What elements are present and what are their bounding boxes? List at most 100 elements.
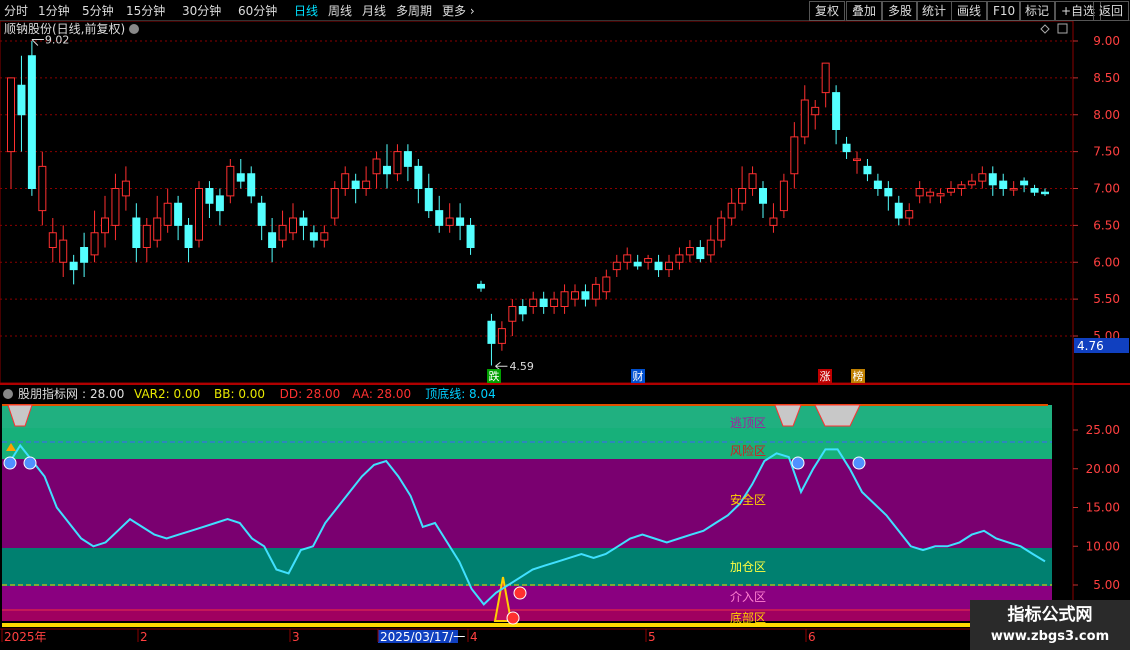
indicator-value-4: AA: 28.00 bbox=[352, 387, 411, 401]
candle-body bbox=[926, 191, 935, 197]
event-tag-3: 榜 bbox=[853, 369, 864, 383]
x-axis-label-6: 6 bbox=[808, 630, 816, 644]
period-tab-7[interactable]: 周线 bbox=[328, 2, 352, 19]
chart-canvas[interactable]: 9.00 8.50 8.00 7.50 7.00 6.50 6.00 5.50 5.00 4.76… bbox=[0, 21, 1130, 650]
candle-body bbox=[654, 261, 663, 271]
candle-body bbox=[727, 202, 736, 219]
zone-escape-top bbox=[2, 405, 1052, 428]
candle-body bbox=[38, 165, 47, 212]
candle-body bbox=[1020, 180, 1029, 186]
candle-body bbox=[759, 188, 767, 204]
toolbar-button-3[interactable]: 统计 bbox=[916, 1, 953, 21]
low-price-label: 4.59 bbox=[509, 360, 534, 373]
main-ytick-label: 6.50 bbox=[1093, 218, 1120, 232]
x-axis-label-1: 2 bbox=[140, 630, 148, 644]
candle-body bbox=[414, 165, 423, 189]
candle-body bbox=[424, 188, 433, 212]
period-tab-0[interactable]: 分时 bbox=[4, 2, 28, 19]
candle-body bbox=[289, 217, 297, 234]
candle-body bbox=[665, 261, 673, 271]
indicator-value-0: 28.00 bbox=[90, 387, 124, 401]
period-tab-8[interactable]: 月线 bbox=[362, 2, 386, 19]
period-tab-5[interactable]: 60分钟 bbox=[238, 2, 277, 19]
zone-bottom bbox=[2, 611, 1052, 621]
candle-body bbox=[247, 173, 256, 197]
candle-body bbox=[696, 247, 705, 260]
candle-body bbox=[121, 180, 130, 197]
candle-body bbox=[978, 173, 987, 182]
candle-body bbox=[80, 247, 89, 263]
zone-label-0: 逃顶区 bbox=[730, 416, 766, 430]
candle-body bbox=[351, 180, 360, 189]
candle-body bbox=[800, 99, 809, 138]
candle-body bbox=[571, 291, 579, 300]
sub-ytick-label: 10.00 bbox=[1086, 539, 1120, 553]
watermark-title: 指标公式网 bbox=[1008, 604, 1093, 625]
current-price-label: 4.76 bbox=[1077, 339, 1104, 353]
candle-body bbox=[362, 180, 371, 189]
candle-body bbox=[539, 298, 548, 307]
signal-ball bbox=[3, 456, 17, 470]
candle-body bbox=[633, 261, 642, 267]
toolbar-button-6[interactable]: 标记 bbox=[1019, 1, 1056, 21]
candle-body bbox=[257, 202, 266, 226]
candle-body bbox=[174, 202, 183, 226]
toolbar-button-1[interactable]: 叠加 bbox=[846, 1, 883, 21]
period-tab-1[interactable]: 1分钟 bbox=[38, 2, 70, 19]
zone-label-5: 底部区 bbox=[730, 610, 766, 625]
candle-body bbox=[1030, 188, 1039, 193]
event-tag-0: 跌 bbox=[489, 369, 500, 383]
indicator-value-2: BB: 0.00 bbox=[214, 387, 265, 401]
toolbar-button-5[interactable]: F10 bbox=[987, 1, 1022, 21]
event-tag-2: 涨 bbox=[820, 370, 831, 383]
main-menu-icon[interactable] bbox=[129, 24, 139, 34]
period-tab-3[interactable]: 15分钟 bbox=[126, 2, 165, 19]
toolbar-button-4[interactable]: 画线 bbox=[951, 1, 988, 21]
zone-label-1: 风险区 bbox=[730, 443, 766, 458]
signal-ball bbox=[23, 456, 37, 470]
candle-body bbox=[309, 232, 318, 241]
main-ytick-label: 6.00 bbox=[1093, 255, 1120, 269]
candle-body bbox=[268, 232, 277, 248]
candle-body bbox=[873, 180, 882, 189]
indicator-menu-icon[interactable] bbox=[3, 389, 13, 399]
candle-body bbox=[811, 106, 820, 116]
candle-body bbox=[508, 306, 517, 322]
indicator-value-3: DD: 28.00 bbox=[280, 387, 341, 401]
stock-chart-window: 分时 1分钟 5分钟 15分钟 30分钟 60分钟 日线 周线 月线 多周期 更多 › 复权 叠加 多股统… bbox=[0, 0, 1130, 650]
candle-body bbox=[299, 217, 308, 226]
x-axis-label-2: 3 bbox=[292, 630, 300, 644]
candle-body bbox=[111, 188, 120, 226]
candle-body bbox=[236, 173, 245, 182]
zone-add bbox=[2, 548, 1052, 586]
candle-body bbox=[330, 188, 339, 219]
candle-body bbox=[278, 224, 287, 241]
signal-ball bbox=[513, 586, 527, 600]
period-tab-10[interactable]: 更多 › bbox=[442, 2, 475, 19]
period-tab-6[interactable]: 日线 bbox=[294, 2, 318, 19]
candle-body bbox=[435, 210, 444, 226]
period-tab-2[interactable]: 5分钟 bbox=[82, 2, 114, 19]
diamond-icon[interactable] bbox=[1040, 24, 1050, 34]
candle-body bbox=[59, 239, 68, 263]
candle-body bbox=[884, 188, 893, 197]
candle-body bbox=[466, 224, 475, 248]
candle-body bbox=[623, 254, 632, 263]
toolbar-button-0[interactable]: 复权 bbox=[809, 1, 846, 21]
candle-body bbox=[393, 151, 402, 175]
candle-body bbox=[184, 224, 193, 248]
period-tab-9[interactable]: 多周期 bbox=[396, 2, 432, 19]
candle-body bbox=[445, 217, 454, 226]
zone-entry bbox=[2, 586, 1052, 611]
period-tab-4[interactable]: 30分钟 bbox=[182, 2, 221, 19]
signal-ball bbox=[506, 611, 520, 625]
candle-body bbox=[17, 84, 26, 116]
main-ytick-label: 7.00 bbox=[1093, 182, 1120, 196]
candle-body bbox=[894, 202, 903, 219]
candle-body bbox=[706, 239, 715, 256]
toolbar-button-8[interactable]: 返回 bbox=[1093, 1, 1130, 21]
maximize-icon[interactable] bbox=[1057, 23, 1068, 34]
candle-body bbox=[518, 306, 527, 315]
bottom-yellow-band bbox=[2, 623, 972, 627]
toolbar-button-2[interactable]: 多股 bbox=[882, 1, 919, 21]
